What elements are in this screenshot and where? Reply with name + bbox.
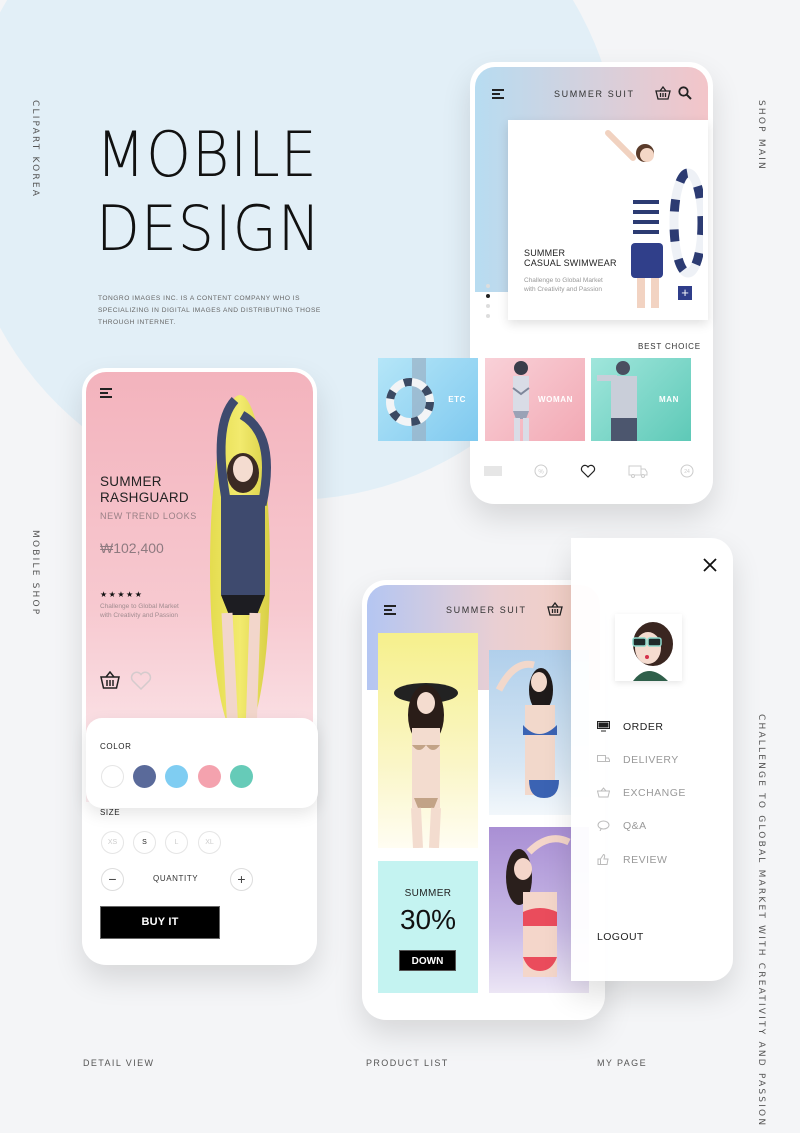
- heart-icon[interactable]: [130, 671, 152, 690]
- search-icon[interactable]: [678, 86, 692, 100]
- category-etc[interactable]: ETC: [378, 358, 478, 441]
- title-line-2: DESIGN: [96, 192, 322, 265]
- carousel-dot[interactable]: [486, 284, 490, 288]
- quantity-decrease-button[interactable]: −: [101, 868, 124, 891]
- app-title: SUMMER SUIT: [446, 605, 527, 615]
- avatar-image: [632, 622, 673, 681]
- app-title: SUMMER SUIT: [554, 89, 635, 99]
- promo-label: SUMMER: [404, 888, 452, 899]
- carousel-dot-active[interactable]: [486, 294, 490, 298]
- side-label-shop-main: SHOP MAIN: [756, 100, 766, 171]
- side-label-slogan: CHALLENGE TO GLOBAL MARKET WITH CREATIVI…: [756, 714, 766, 1128]
- hamburger-icon[interactable]: [492, 89, 504, 99]
- product-title: SUMMER RASHGUARD: [100, 474, 189, 506]
- plus-icon[interactable]: +: [678, 286, 692, 300]
- logout-link[interactable]: LOGOUT: [597, 931, 644, 943]
- promo-card[interactable]: SUMMER 30% DOWN: [378, 861, 478, 993]
- category-man[interactable]: MAN: [591, 358, 691, 441]
- promo-button[interactable]: DOWN: [399, 950, 456, 971]
- basket-icon[interactable]: [655, 86, 671, 100]
- size-label: SIZE: [100, 808, 121, 817]
- category-man-image: [597, 361, 637, 441]
- product-title-line-2: RASHGUARD: [100, 490, 189, 505]
- carousel-dot[interactable]: [486, 304, 490, 308]
- menu-item-label: REVIEW: [623, 854, 668, 866]
- category-label: WOMAN: [538, 395, 573, 404]
- color-options-card: [86, 718, 318, 808]
- featured-banner[interactable]: SUMMER CASUAL SWIMWEAR Challenge to Glob…: [508, 120, 708, 320]
- color-label: COLOR: [100, 742, 132, 751]
- chat-icon: [597, 820, 610, 831]
- bottom-tab-bar: % 24: [484, 462, 696, 480]
- caption-my-page: MY PAGE: [597, 1058, 647, 1068]
- thumbs-up-icon: [597, 854, 609, 865]
- close-icon[interactable]: [702, 557, 718, 573]
- svg-text:%: %: [538, 470, 544, 476]
- title-line-1: MOBILE: [96, 118, 318, 191]
- caption-detail-view: DETAIL VIEW: [83, 1058, 155, 1068]
- detail-model-image: [216, 396, 271, 734]
- banner-title-line-1: SUMMER: [524, 248, 566, 258]
- category-woman[interactable]: WOMAN: [485, 358, 585, 441]
- carousel-dot[interactable]: [486, 314, 490, 318]
- buy-button[interactable]: BUY IT: [100, 906, 220, 939]
- quantity-label: QUANTITY: [153, 874, 199, 883]
- size-option-l[interactable]: L: [165, 831, 188, 854]
- category-label: ETC: [448, 395, 466, 404]
- truck-icon: [597, 755, 610, 762]
- color-swatch-mint[interactable]: [230, 765, 253, 788]
- basket-icon[interactable]: [547, 602, 563, 616]
- rating-stars: ★★★★★: [100, 590, 144, 599]
- percent-icon[interactable]: %: [534, 464, 548, 478]
- banner-title: SUMMER CASUAL SWIMWEAR: [524, 248, 617, 268]
- caption-product-list: PRODUCT LIST: [366, 1058, 449, 1068]
- menu-item-label: EXCHANGE: [623, 787, 686, 799]
- hamburger-icon[interactable]: [100, 388, 112, 398]
- barcode-icon[interactable]: [484, 465, 502, 477]
- size-option-xs[interactable]: XS: [101, 831, 124, 854]
- monitor-icon: [597, 721, 610, 732]
- product-subtitle: NEW TREND LOOKS: [100, 511, 197, 521]
- color-swatch-sky-blue[interactable]: [165, 765, 188, 788]
- banner-title-line-2: CASUAL SWIMWEAR: [524, 258, 617, 268]
- side-label-clipart-korea: CLIPART KOREA: [30, 100, 40, 199]
- 24h-support-icon[interactable]: 24: [680, 464, 696, 478]
- product-image: [394, 683, 458, 848]
- size-option-xl[interactable]: XL: [198, 831, 221, 854]
- page-title: MOBILE DESIGN: [96, 118, 341, 266]
- menu-item-label: ORDER: [623, 721, 664, 733]
- product-card-beige-bikini[interactable]: [378, 633, 478, 848]
- avatar[interactable]: [615, 614, 682, 681]
- truck-icon[interactable]: [628, 465, 648, 478]
- product-description: Challenge to Global Market with Creativi…: [100, 603, 179, 619]
- category-etc-image: [386, 358, 434, 441]
- product-price: ₩102,400: [100, 540, 164, 556]
- heart-icon[interactable]: [580, 464, 596, 478]
- page-description: TONGRO IMAGES INC. IS A CONTENT COMPANY …: [98, 295, 321, 326]
- carousel-indicator[interactable]: [486, 284, 490, 324]
- svg-text:24: 24: [684, 469, 690, 475]
- color-swatch-navy[interactable]: [133, 765, 156, 788]
- promo-value: 30%: [399, 904, 457, 935]
- category-label: MAN: [658, 395, 679, 404]
- product-title-line-1: SUMMER: [100, 474, 162, 489]
- section-title: BEST CHOICE: [638, 342, 701, 351]
- basket-icon: [597, 787, 610, 798]
- side-label-mobile-shop: MOBILE SHOP: [30, 530, 40, 617]
- size-option-s-selected[interactable]: S: [133, 831, 156, 854]
- banner-subtitle: Challenge to Global Market with Creativi…: [524, 277, 603, 293]
- menu-item-label: Q&A: [623, 820, 647, 832]
- menu-item-label: DELIVERY: [623, 754, 679, 766]
- color-swatch-pink[interactable]: [198, 765, 221, 788]
- quantity-increase-button[interactable]: +: [230, 868, 253, 891]
- hamburger-icon[interactable]: [384, 605, 396, 615]
- color-swatch-white[interactable]: [101, 765, 124, 788]
- basket-icon[interactable]: [100, 671, 120, 689]
